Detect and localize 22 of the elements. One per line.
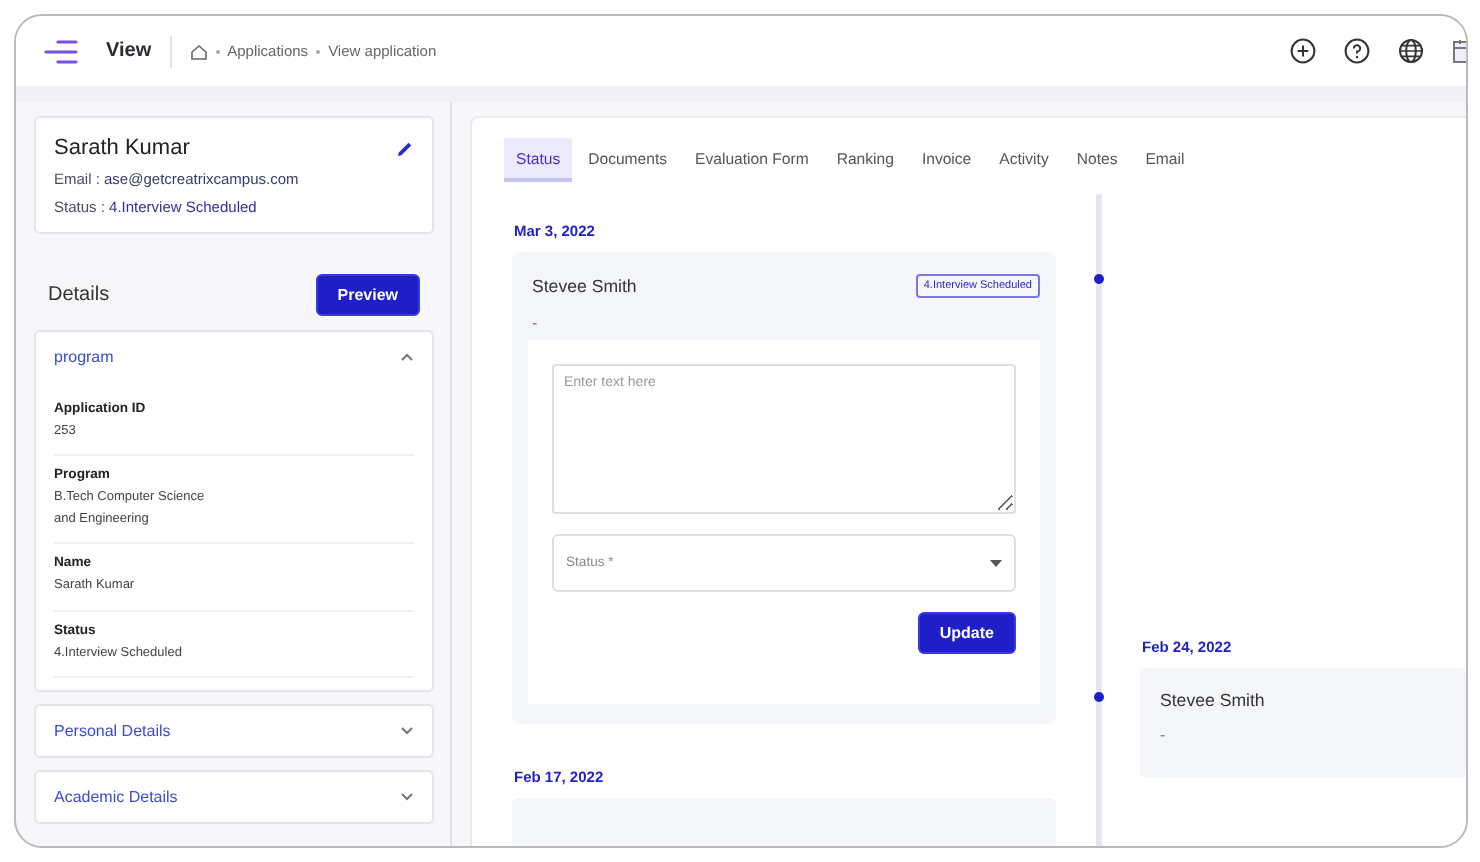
person-name: Stevee Smith	[1158, 690, 1265, 710]
update-button[interactable]: Update	[917, 612, 1016, 654]
edit-icon[interactable]	[396, 139, 414, 157]
applicant-name: Sarath Kumar	[54, 136, 190, 160]
help-icon[interactable]	[1344, 38, 1370, 64]
accordion-header[interactable]: program	[36, 332, 432, 382]
accordion-header[interactable]: Academic Details	[36, 771, 432, 822]
chevron-down-icon	[400, 791, 414, 802]
dropdown-caret-icon	[990, 559, 1002, 567]
person-name: Stevee Smith	[530, 276, 637, 296]
home-icon[interactable]	[189, 43, 208, 59]
details-title: Details	[48, 284, 110, 306]
accordion-header[interactable]: Personal Details	[36, 705, 432, 756]
preview-button[interactable]: Preview	[315, 274, 420, 316]
chevron-down-icon	[400, 725, 414, 736]
note-text: -	[1158, 724, 1168, 748]
page-title: View	[106, 40, 152, 62]
globe-icon[interactable]	[1398, 38, 1424, 64]
menu-icon[interactable]	[44, 39, 78, 63]
chevron-up-icon	[400, 352, 414, 362]
add-icon[interactable]	[1290, 38, 1316, 64]
note-text: -	[530, 312, 540, 336]
